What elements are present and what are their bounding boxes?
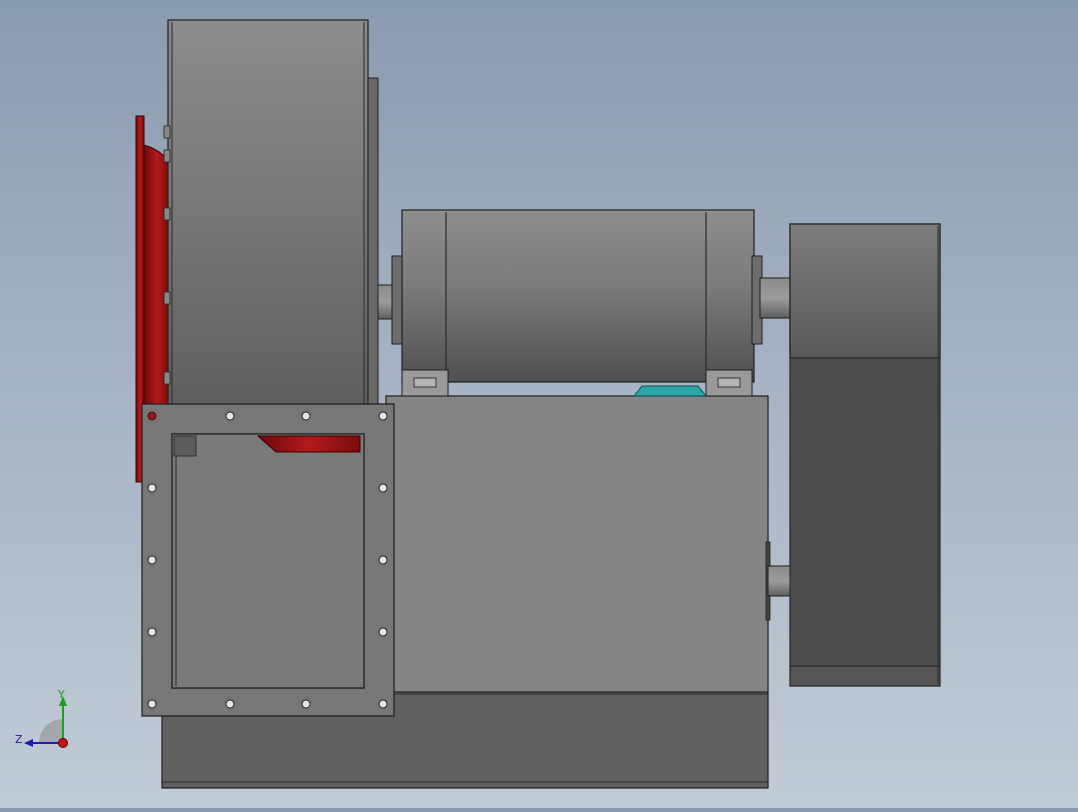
motor[interactable] (377, 209, 793, 397)
z-axis-arrow-icon (24, 739, 33, 747)
fan-housing[interactable] (163, 19, 379, 411)
triad-plane-icon (39, 719, 63, 743)
model-drawing[interactable] (0, 0, 1078, 808)
orientation-triad[interactable]: Y Z (10, 686, 80, 756)
y-axis-label: Y (57, 688, 65, 701)
z-axis-label: Z (15, 733, 23, 746)
motor-pedestal[interactable] (385, 395, 771, 693)
x-axis-origin-icon (58, 738, 68, 748)
belt-guard[interactable] (767, 223, 941, 687)
outlet-flange[interactable] (141, 403, 395, 717)
cad-viewport[interactable]: Y Z (0, 0, 1078, 808)
